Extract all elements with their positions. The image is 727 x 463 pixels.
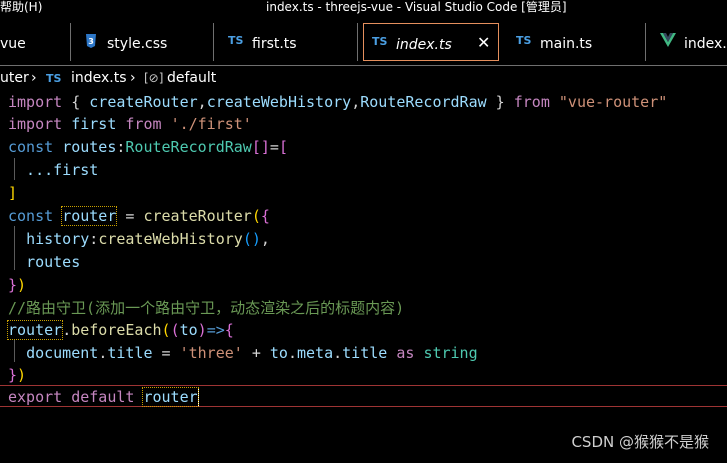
ts-icon: TS (46, 72, 62, 85)
tab-style-css[interactable]: 3 style.css (71, 23, 214, 61)
code-line-4: ...first (8, 161, 99, 179)
breadcrumb-file[interactable]: index.ts (71, 70, 127, 86)
code-line-9: }) (8, 276, 27, 294)
code-line-14: export default router (8, 387, 199, 407)
vue-icon (660, 33, 676, 50)
code-line-6: const router = createRouter({ (8, 206, 270, 226)
code-line-13: }) (8, 366, 27, 384)
tab-index-vue[interactable]: index.v (646, 23, 727, 61)
code-line-3: const routes:RouteRecordRaw[]=[ (8, 138, 288, 156)
tab-label: vue (0, 36, 26, 52)
ts-icon: TS (372, 35, 388, 48)
ts-icon: TS (516, 34, 532, 47)
watermark: CSDN @猴猴不是猴 (571, 433, 709, 451)
tab-label: index.ts (396, 37, 452, 53)
tab-vue[interactable]: vue (0, 23, 71, 61)
menu-help[interactable]: 帮助(H) (0, 0, 42, 14)
breadcrumb: uter › TS index.ts › [⊘] default (0, 68, 727, 88)
close-icon[interactable]: ✕ (477, 33, 490, 52)
code-line-8: routes (26, 253, 81, 271)
tab-first-ts[interactable]: TS first.ts (214, 23, 358, 61)
breadcrumb-folder[interactable]: uter (0, 70, 29, 86)
tab-label: index.v (684, 36, 727, 52)
code-line-2: import first from './first' (8, 115, 252, 133)
code-line-5: ] (8, 184, 18, 202)
css-icon: 3 (85, 34, 97, 51)
tab-label: main.ts (540, 36, 593, 52)
text-cursor (197, 388, 199, 407)
ts-icon: TS (228, 34, 244, 47)
code-line-10: //路由守卫(添加一个路由守卫，动态渲染之后的标题内容) (8, 299, 405, 317)
code-editor[interactable]: import { createRouter,createWebHistory,R… (0, 90, 727, 463)
tab-label: first.ts (252, 36, 297, 52)
window-title: index.ts - threejs-vue - Visual Studio C… (266, 0, 567, 14)
title-bar: 帮助(H) index.ts - threejs-vue - Visual St… (0, 0, 727, 18)
tab-label: style.css (107, 36, 168, 52)
symbol-icon: [⊘] (144, 71, 164, 85)
tab-main-ts[interactable]: TS main.ts (502, 23, 646, 61)
code-line-1: import { createRouter,createWebHistory,R… (8, 93, 668, 111)
svg-text:3: 3 (88, 37, 94, 46)
editor-tabs: vue 3 style.css TS first.ts TS index.ts … (0, 20, 727, 66)
code-line-11: router.beforeEach((to)=>{ (6, 320, 234, 340)
tab-index-ts[interactable]: TS index.ts ✕ (363, 23, 499, 61)
chevron-right-icon: › (31, 70, 37, 86)
code-line-12: document.title = 'three' + to.meta.title… (26, 344, 478, 362)
breadcrumb-symbol[interactable]: default (167, 70, 216, 86)
chevron-right-icon: › (130, 70, 136, 86)
code-line-7: history:createWebHistory(), (26, 230, 270, 248)
